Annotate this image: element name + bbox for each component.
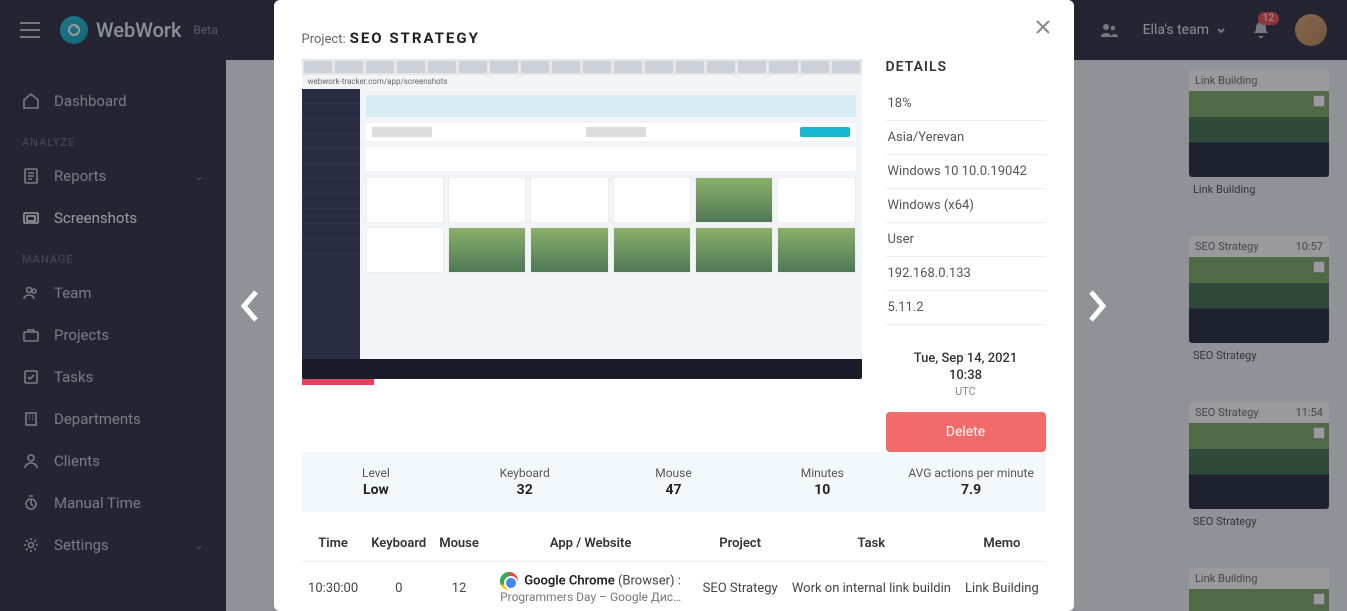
detail-row: Windows 10 10.0.19042 xyxy=(886,155,1046,189)
cell-keyboard: 0 xyxy=(365,562,433,611)
stat-item: Minutes 10 xyxy=(748,452,897,512)
th-project: Project xyxy=(696,526,785,562)
detail-row: 18% xyxy=(886,87,1046,121)
screenshot-image[interactable]: webwork-tracker.com/app/screenshots xyxy=(302,59,862,379)
th-memo: Memo xyxy=(958,526,1045,562)
stat-value: 10 xyxy=(754,482,891,498)
stat-value: 32 xyxy=(456,482,593,498)
cell-memo: Link Building xyxy=(958,562,1045,611)
cell-project: SEO Strategy xyxy=(696,562,785,611)
screenshot-timestamp: Tue, Sep 14, 2021 10:38 UTC xyxy=(886,351,1046,398)
stat-label: Mouse xyxy=(605,466,742,480)
stat-item: AVG actions per minute 7.9 xyxy=(897,452,1046,512)
detail-row: 192.168.0.133 xyxy=(886,257,1046,291)
app-icon xyxy=(500,572,518,590)
stat-item: Level Low xyxy=(302,452,451,512)
modal-overlay[interactable]: Project: SEO STRATEGY webwork-tracker.co… xyxy=(0,0,1347,611)
stats-bar: Level Low Keyboard 32 Mouse 47 Minutes 10 AVG ac… xyxy=(302,452,1046,512)
screenshot-url: webwork-tracker.com/app/screenshots xyxy=(302,75,862,89)
modal-header: Project: SEO STRATEGY xyxy=(274,0,1074,59)
th-keyboard: Keyboard xyxy=(365,526,433,562)
cell-mouse: 12 xyxy=(433,562,486,611)
th-app: App / Website xyxy=(485,526,696,562)
stat-value: Low xyxy=(308,482,445,498)
th-time: Time xyxy=(302,526,365,562)
stat-label: Level xyxy=(308,466,445,480)
cell-time: 10:30:00 xyxy=(302,562,365,611)
close-icon[interactable] xyxy=(1034,18,1052,36)
stat-item: Mouse 47 xyxy=(599,452,748,512)
stat-label: Minutes xyxy=(754,466,891,480)
prev-screenshot-arrow[interactable] xyxy=(236,288,264,324)
details-heading: DETAILS xyxy=(886,59,1046,75)
project-name: SEO STRATEGY xyxy=(350,29,480,47)
detail-row: User xyxy=(886,223,1046,257)
stat-label: Keyboard xyxy=(456,466,593,480)
activity-indicator-bar xyxy=(302,379,374,385)
detail-row: Windows (x64) xyxy=(886,189,1046,223)
cell-task: Work on internal link buildin xyxy=(784,562,958,611)
cell-app: Google Chrome (Browser) :Programmers Day… xyxy=(485,562,696,611)
project-label: Project: xyxy=(302,32,346,47)
stat-value: 47 xyxy=(605,482,742,498)
stat-value: 7.9 xyxy=(903,482,1040,498)
delete-button[interactable]: Delete xyxy=(886,412,1046,452)
detail-row: Asia/Yerevan xyxy=(886,121,1046,155)
table-row[interactable]: 10:30:00012Google Chrome (Browser) :Prog… xyxy=(302,562,1046,611)
timezone: UTC xyxy=(886,385,1046,398)
date: Tue, Sep 14, 2021 xyxy=(886,351,1046,366)
next-screenshot-arrow[interactable] xyxy=(1083,288,1111,324)
detail-row: 5.11.2 xyxy=(886,291,1046,325)
screenshot-detail-modal: Project: SEO STRATEGY webwork-tracker.co… xyxy=(274,0,1074,611)
stat-label: AVG actions per minute xyxy=(903,466,1040,480)
th-task: Task xyxy=(784,526,958,562)
time: 10:38 xyxy=(886,368,1046,383)
activity-table: Time Keyboard Mouse App / Website Projec… xyxy=(302,526,1046,611)
th-mouse: Mouse xyxy=(433,526,486,562)
stat-item: Keyboard 32 xyxy=(450,452,599,512)
